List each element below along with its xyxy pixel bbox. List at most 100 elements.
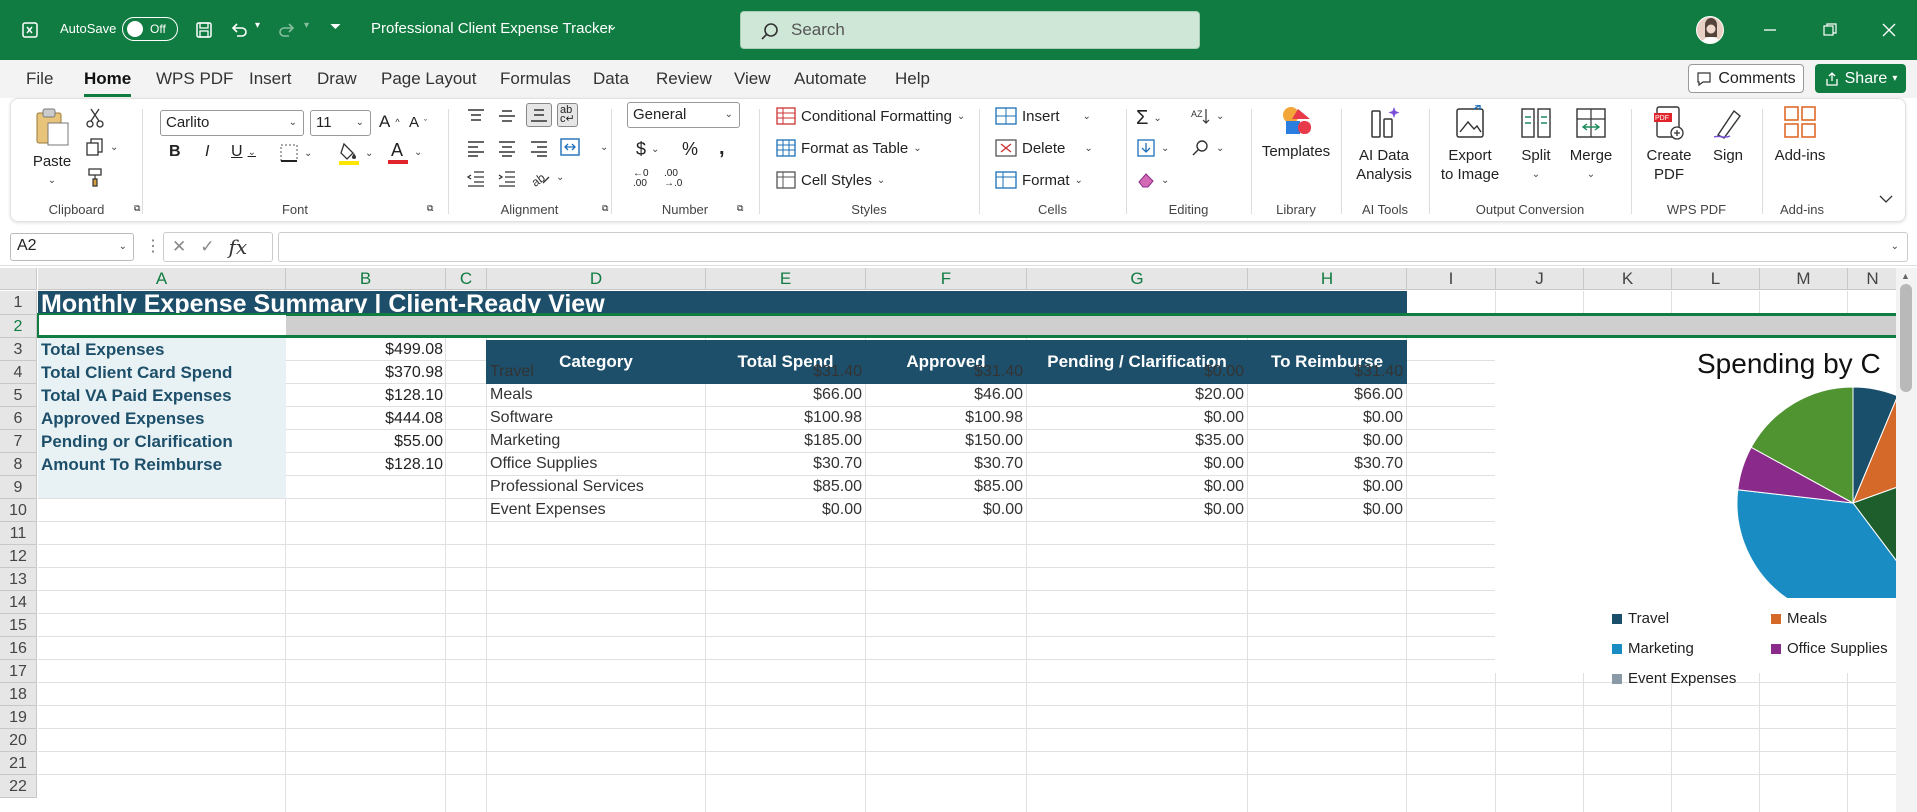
table-cell-value[interactable]: $30.70 xyxy=(709,455,862,473)
summary-label[interactable]: Amount To Reimburse xyxy=(41,455,281,475)
tab-automate[interactable]: Automate xyxy=(794,69,867,89)
column-header-c[interactable]: C xyxy=(446,268,487,290)
formula-bar-grip-icon[interactable]: ⋮ xyxy=(145,236,161,256)
tab-insert[interactable]: Insert xyxy=(249,69,292,89)
table-cell-value[interactable]: $30.70 xyxy=(1251,455,1403,473)
row-header-5[interactable]: 5 xyxy=(0,384,37,407)
align-right-icon[interactable] xyxy=(529,139,549,157)
comments-button[interactable]: Comments xyxy=(1688,64,1804,93)
decrease-indent-icon[interactable] xyxy=(466,169,486,187)
add-ins-button[interactable]: Add-ins xyxy=(1768,105,1832,165)
share-dropdown-icon[interactable]: ▾ xyxy=(1892,73,1897,84)
align-left-icon[interactable] xyxy=(466,139,486,157)
number-launcher-icon[interactable]: ⧉ xyxy=(737,203,743,214)
column-header-h[interactable]: H xyxy=(1248,268,1407,290)
table-cell-category[interactable]: Software xyxy=(490,409,702,427)
column-header-j[interactable]: J xyxy=(1496,268,1584,290)
column-header-i[interactable]: I xyxy=(1407,268,1496,290)
table-cell-category[interactable]: Event Expenses xyxy=(490,501,702,519)
confirm-entry-icon[interactable]: ✓ xyxy=(200,237,214,257)
table-cell-value[interactable]: $0.00 xyxy=(1030,478,1244,496)
table-cell-value[interactable]: $100.98 xyxy=(869,409,1023,427)
row-header-8[interactable]: 8 xyxy=(0,453,37,476)
row-header-1[interactable]: 1 xyxy=(0,291,37,315)
merge-button[interactable]: Merge ⌄ xyxy=(1563,105,1619,184)
redo-dropdown-icon[interactable]: ▾ xyxy=(304,20,309,31)
table-cell-category[interactable]: Meals xyxy=(490,386,702,404)
row-header-6[interactable]: 6 xyxy=(0,407,37,430)
table-cell-value[interactable]: $66.00 xyxy=(1251,386,1403,404)
table-cell-value[interactable]: $0.00 xyxy=(1030,409,1244,427)
summary-label[interactable]: Total Expenses xyxy=(41,340,281,360)
split-button[interactable]: Split ⌄ xyxy=(1511,105,1561,184)
delete-cells-button[interactable]: Delete ⌄ xyxy=(995,139,1093,157)
summary-label[interactable]: Total Client Card Spend xyxy=(41,363,281,383)
sign-button[interactable]: Sign xyxy=(1703,105,1753,165)
summary-value[interactable]: $128.10 xyxy=(290,456,443,474)
increase-font-icon[interactable]: A ^ xyxy=(379,112,400,132)
redo-icon[interactable] xyxy=(274,17,300,43)
format-as-table-button[interactable]: Format as Table ⌄ xyxy=(776,139,922,157)
row-header-9[interactable]: 9 xyxy=(0,476,37,499)
cancel-entry-icon[interactable]: ✕ xyxy=(172,237,186,257)
tab-page-layout[interactable]: Page Layout xyxy=(381,69,476,89)
row-header-2[interactable]: 2 xyxy=(0,315,37,338)
row-header-19[interactable]: 19 xyxy=(0,706,37,729)
table-cell-category[interactable]: Marketing xyxy=(490,432,702,450)
name-box[interactable]: A2 ⌄ xyxy=(10,233,134,261)
orientation-icon[interactable]: ab ⌄ xyxy=(529,167,564,187)
table-cell-value[interactable]: $31.40 xyxy=(1251,363,1403,381)
decrease-decimal-icon[interactable]: .00 →.0 xyxy=(664,169,682,189)
summary-value[interactable]: $499.08 xyxy=(290,341,443,359)
table-cell-value[interactable]: $0.00 xyxy=(869,501,1023,519)
fill-color-icon[interactable]: ⌄ xyxy=(338,141,373,165)
row-header-13[interactable]: 13 xyxy=(0,568,37,591)
autosave-toggle[interactable]: Off xyxy=(122,17,178,41)
table-cell-value[interactable]: $31.40 xyxy=(869,363,1023,381)
customize-qat-icon[interactable]: ⏷ xyxy=(330,18,341,35)
row-header-4[interactable]: 4 xyxy=(0,361,37,384)
select-all-corner[interactable] xyxy=(0,268,37,290)
table-cell-value[interactable]: $30.70 xyxy=(869,455,1023,473)
table-cell-value[interactable]: $0.00 xyxy=(709,501,862,519)
table-cell-value[interactable]: $0.00 xyxy=(1251,501,1403,519)
tab-file[interactable]: File xyxy=(26,69,53,89)
title-chevron-down-icon[interactable]: ⌄ xyxy=(607,18,618,34)
table-cell-value[interactable]: $31.40 xyxy=(709,363,862,381)
table-cell-value[interactable]: $66.00 xyxy=(709,386,862,404)
table-cell-value[interactable]: $0.00 xyxy=(1030,455,1244,473)
undo-icon[interactable] xyxy=(226,17,252,43)
cut-icon[interactable] xyxy=(85,107,105,129)
table-cell-category[interactable]: Travel xyxy=(490,363,702,381)
close-icon[interactable] xyxy=(1873,14,1905,46)
row-header-15[interactable]: 15 xyxy=(0,614,37,637)
column-header-g[interactable]: G xyxy=(1027,268,1248,290)
column-header-b[interactable]: B xyxy=(286,268,446,290)
tab-formulas[interactable]: Formulas xyxy=(500,69,571,89)
sort-filter-icon[interactable]: AZ ⌄ xyxy=(1191,107,1224,125)
ribbon-collapse-icon[interactable] xyxy=(1879,194,1893,204)
find-select-icon[interactable]: ⌄ xyxy=(1191,139,1224,157)
row-header-21[interactable]: 21 xyxy=(0,752,37,775)
table-cell-category[interactable]: Professional Services xyxy=(490,478,702,496)
align-middle-icon[interactable] xyxy=(497,107,517,125)
alignment-launcher-icon[interactable]: ⧉ xyxy=(602,203,608,214)
active-cell-a2[interactable] xyxy=(37,315,286,335)
table-cell-value[interactable]: $0.00 xyxy=(1251,478,1403,496)
table-cell-value[interactable]: $85.00 xyxy=(709,478,862,496)
row-header-10[interactable]: 10 xyxy=(0,499,37,522)
row-header-22[interactable]: 22 xyxy=(0,775,37,798)
autosum-icon[interactable]: Σ ⌄ xyxy=(1136,107,1162,130)
column-header-k[interactable]: K xyxy=(1584,268,1672,290)
cell-styles-button[interactable]: Cell Styles ⌄ xyxy=(776,171,885,189)
row-header-16[interactable]: 16 xyxy=(0,637,37,660)
insert-cells-button[interactable]: Insert ⌄ xyxy=(995,107,1091,125)
tab-data[interactable]: Data xyxy=(593,69,629,89)
column-header-a[interactable]: A xyxy=(38,268,286,290)
ai-data-analysis-button[interactable]: AI Data Analysis xyxy=(1347,105,1421,184)
font-color-icon[interactable]: A ⌄ xyxy=(387,139,422,165)
column-header-e[interactable]: E xyxy=(706,268,866,290)
paste-button[interactable]: Paste ⌄ xyxy=(29,107,75,190)
column-header-n[interactable]: N xyxy=(1848,268,1898,290)
table-cell-value[interactable]: $0.00 xyxy=(1030,501,1244,519)
